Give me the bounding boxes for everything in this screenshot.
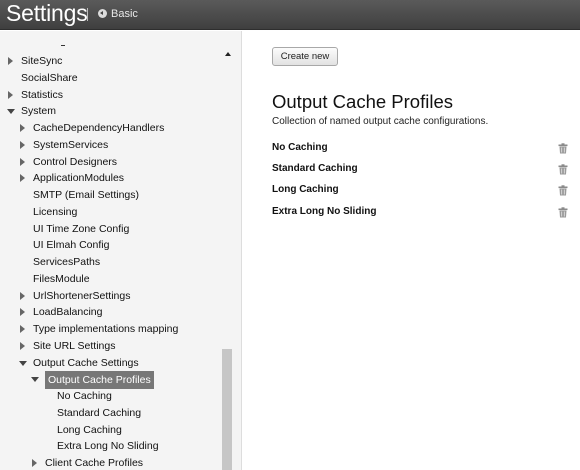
- tree-item-label: SystemServices: [33, 138, 109, 151]
- profile-name[interactable]: No Caching: [272, 142, 328, 153]
- top-bar: Settings Basic: [0, 0, 580, 30]
- trash-icon[interactable]: [558, 185, 568, 196]
- tree-item-label: FilesModule: [33, 272, 90, 285]
- expand-arrow-icon[interactable]: [20, 157, 25, 166]
- tree-item-label: LoadBalancing: [33, 306, 103, 319]
- tree-item-label: UI Elmah Config: [33, 239, 110, 252]
- trash-icon[interactable]: [558, 143, 568, 154]
- scroll-up-icon[interactable]: [225, 52, 231, 56]
- back-arrow-icon: [98, 9, 107, 18]
- profile-name[interactable]: Long Caching: [272, 184, 339, 195]
- tree-item-label: Extra Long No Sliding: [57, 440, 159, 453]
- expand-arrow-icon[interactable]: [20, 174, 25, 183]
- sidebar-scrollbar[interactable]: [222, 349, 232, 470]
- tree-item-label: Standard Caching: [57, 406, 142, 419]
- app-title: Settings: [6, 0, 88, 26]
- tree-item-label: SocialShare: [21, 71, 78, 84]
- create-new-button[interactable]: Create new: [272, 47, 338, 66]
- page-title: Output Cache Profiles: [272, 91, 453, 112]
- tree-item-label: ApplicationModules: [33, 172, 125, 185]
- expand-arrow-icon[interactable]: [20, 308, 25, 317]
- tree-item-label: SiteSync: [21, 55, 63, 67]
- profile-row[interactable]: Standard Caching: [272, 162, 572, 178]
- mode-label: Basic: [111, 8, 138, 20]
- settings-tree: SiteSync SocialShare Statistics System Cache…: [0, 31, 242, 470]
- expand-arrow-icon[interactable]: [8, 57, 13, 65]
- profile-row[interactable]: Extra Long No Sliding: [272, 205, 572, 221]
- tree-item-label: Statistics: [21, 88, 64, 101]
- profile-name[interactable]: Standard Caching: [272, 163, 358, 174]
- page-description: Collection of named output cache configu…: [272, 116, 489, 127]
- tree-item-label: Control Designers: [33, 155, 118, 168]
- tree-item-label: Licensing: [33, 205, 78, 218]
- collapse-arrow-icon[interactable]: [31, 377, 39, 383]
- tree-item-label: Client Cache Profiles: [45, 457, 144, 469]
- tree-item-label: Type implementations mapping: [33, 323, 179, 335]
- title-separator: [87, 8, 88, 21]
- tree-item-label: Output Cache Profiles: [45, 371, 154, 390]
- tree-item-label: UI Time Zone Config: [33, 222, 130, 235]
- tree-item-label: ServicesPaths: [33, 256, 101, 268]
- expand-arrow-icon[interactable]: [20, 341, 25, 350]
- tree-item-label: UrlShortenerSettings: [33, 289, 131, 302]
- collapse-arrow-icon[interactable]: [7, 109, 15, 115]
- profile-row[interactable]: No Caching: [272, 141, 572, 157]
- tree-item-label: SMTP (Email Settings): [33, 189, 139, 201]
- collapse-arrow-icon[interactable]: [19, 360, 27, 366]
- profile-name[interactable]: Extra Long No Sliding: [272, 206, 376, 217]
- tree-item-label: System: [21, 105, 57, 118]
- basic-mode-link[interactable]: Basic: [98, 8, 138, 20]
- expand-arrow-icon[interactable]: [32, 459, 37, 467]
- expand-arrow-icon[interactable]: [20, 325, 25, 333]
- tree-item-label: Output Cache Settings: [33, 356, 139, 369]
- expand-arrow-icon[interactable]: [20, 140, 25, 149]
- tree-item-label: No Caching: [57, 390, 112, 402]
- tree-item-label: Long Caching: [57, 423, 122, 436]
- tree-item-label: Site URL Settings: [33, 339, 116, 352]
- trash-icon[interactable]: [558, 164, 568, 175]
- trash-icon[interactable]: [558, 207, 568, 218]
- profile-row[interactable]: Long Caching: [272, 183, 572, 199]
- tree-item-label: CacheDependencyHandlers: [33, 122, 165, 134]
- truncated-item-marker: [61, 45, 65, 46]
- main-content: Create new Output Cache Profiles Collect…: [243, 31, 580, 470]
- expand-arrow-icon[interactable]: [8, 90, 13, 99]
- expand-arrow-icon[interactable]: [20, 291, 25, 300]
- expand-arrow-icon[interactable]: [20, 124, 25, 132]
